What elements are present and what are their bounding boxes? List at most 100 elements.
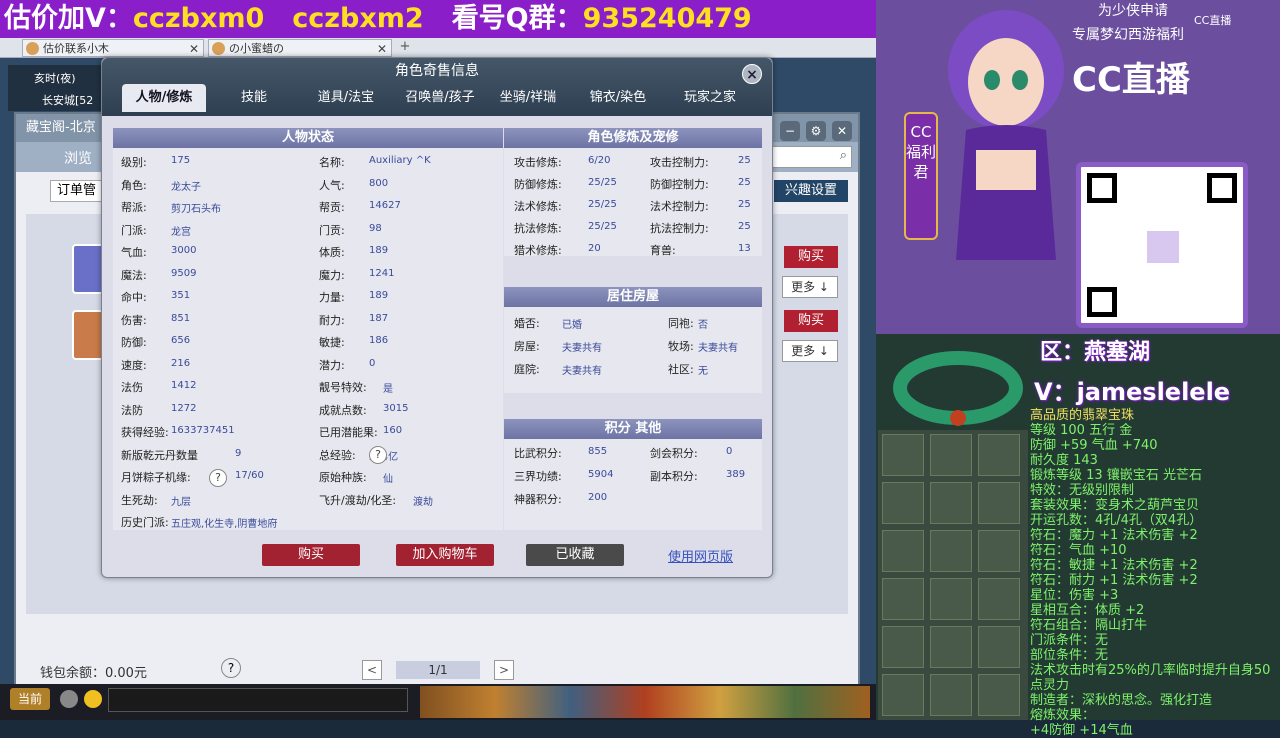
inventory-slot[interactable] xyxy=(978,482,1020,524)
stat-label: 命中: xyxy=(121,291,147,304)
house-value: 否 xyxy=(698,320,708,331)
stat-value: 14627 xyxy=(369,200,401,211)
house-value: 夫妻共有 xyxy=(698,343,738,354)
buy-button[interactable]: 购买 xyxy=(784,310,838,332)
cultivation-label: 抗法修炼: xyxy=(514,222,562,235)
house-label: 牧场: xyxy=(668,340,694,353)
close-button[interactable]: × xyxy=(742,64,762,84)
inventory-slot[interactable] xyxy=(978,530,1020,572)
item-stat-line: 门派条件：无 xyxy=(1030,633,1109,648)
microphone-icon[interactable] xyxy=(60,690,78,708)
tab-home[interactable]: 玩家之家 xyxy=(674,84,746,112)
house-value: 已婚 xyxy=(562,320,582,331)
item-tooltip-panel: 区：燕塞湖 V：jameslelele 高品质的翡翠宝珠 等级 100 五行 金防… xyxy=(876,334,1280,738)
more-button[interactable]: 更多 ↓ xyxy=(782,340,838,362)
cultivation-value: 25/25 xyxy=(588,199,617,210)
inventory-slot[interactable] xyxy=(882,578,924,620)
nav-browse[interactable]: 浏览 xyxy=(64,148,92,168)
buy-button[interactable]: 购买 xyxy=(262,544,360,566)
chat-channel-button[interactable]: 当前 xyxy=(10,688,50,710)
control-value: 13 xyxy=(738,243,751,254)
inventory-slot[interactable] xyxy=(882,434,924,476)
stat-label: 法伤 xyxy=(121,381,143,394)
inventory-slot[interactable] xyxy=(882,530,924,572)
status-panel-title: 人物状态 xyxy=(113,128,503,148)
inventory-slot[interactable] xyxy=(978,434,1020,476)
control-label: 法术控制力: xyxy=(650,200,709,213)
emoji-icon[interactable] xyxy=(84,690,102,708)
inventory-slot[interactable] xyxy=(882,674,924,716)
tab-skills[interactable]: 技能 xyxy=(228,84,280,112)
inventory-slot[interactable] xyxy=(930,626,972,668)
help-icon[interactable]: ? xyxy=(209,469,227,487)
close-icon[interactable]: ✕ xyxy=(377,40,387,58)
tab-outfits[interactable]: 锦衣/染色 xyxy=(582,84,654,112)
item-stat-line: 特效：无级别限制 xyxy=(1030,483,1135,498)
stat-value: 800 xyxy=(369,177,389,189)
buy-button[interactable]: 购买 xyxy=(784,246,838,268)
item-stat-line: 符石：魔力 +1 法术伤害 +2 xyxy=(1030,528,1198,543)
stat-value: 3015 xyxy=(383,402,409,414)
item-stat-line: 星相互合：体质 +2 xyxy=(1030,603,1145,618)
interest-settings-button[interactable]: 兴趣设置 xyxy=(774,180,848,202)
cultivation-value: 25/25 xyxy=(588,221,617,232)
inventory-slot[interactable] xyxy=(978,578,1020,620)
favorited-button[interactable]: 已收藏 xyxy=(526,544,624,566)
stat-value: 9509 xyxy=(171,267,197,279)
house-panel: 居住房屋 婚否: 已婚 同袍: 否房屋: 夫妻共有 牧场: 夫妻共有 庭院: 夫妻共有 社区: 无 xyxy=(504,287,762,393)
minimize-icon[interactable]: − xyxy=(780,121,800,141)
cultivation-label: 攻击修炼: xyxy=(514,156,562,169)
avatar-icon xyxy=(26,42,39,55)
inventory-slot[interactable] xyxy=(882,482,924,524)
stat-value: 9 xyxy=(235,447,242,459)
tab-character[interactable]: 人物/修炼 xyxy=(122,84,206,112)
inventory-slot[interactable] xyxy=(930,578,972,620)
inventory-slot[interactable] xyxy=(882,626,924,668)
stat-label: 级别: xyxy=(121,156,147,169)
stat-value: 九层 xyxy=(171,496,191,508)
inventory-slot[interactable] xyxy=(930,434,972,476)
inventory-slot[interactable] xyxy=(978,674,1020,716)
search-icon[interactable]: ⌕ xyxy=(840,148,847,163)
cultivation-value: 25/25 xyxy=(588,177,617,188)
next-page-button[interactable]: > xyxy=(494,660,514,680)
help-icon[interactable]: ? xyxy=(221,658,241,678)
settings-icon[interactable]: ⚙ xyxy=(806,121,826,141)
stat-label: 门贡: xyxy=(319,223,345,237)
inventory-slot[interactable] xyxy=(930,482,972,524)
browser-tab-1[interactable]: 估价联系小木 ✕ xyxy=(22,39,204,57)
tab-items[interactable]: 道具/法宝 xyxy=(306,84,386,112)
more-button[interactable]: 更多 ↓ xyxy=(782,276,838,298)
stat-value: 龙太子 xyxy=(171,181,201,193)
stat-label: 门派: xyxy=(121,223,147,237)
chat-input[interactable] xyxy=(108,688,408,712)
inventory-slot[interactable] xyxy=(978,626,1020,668)
stat-label: 潜力: xyxy=(319,358,345,372)
tab-mounts[interactable]: 坐骑/祥瑞 xyxy=(492,84,564,112)
prev-page-button[interactable]: < xyxy=(362,660,382,680)
add-to-cart-button[interactable]: 加入购物车 xyxy=(396,544,494,566)
item-stat-line: 熔炼效果： xyxy=(1030,708,1096,723)
skill-shortcut-bar[interactable] xyxy=(420,686,870,718)
close-icon[interactable]: ✕ xyxy=(189,40,199,58)
control-label: 抗法控制力: xyxy=(650,222,709,235)
stat-value: 17/60 xyxy=(235,470,264,481)
inventory-slot[interactable] xyxy=(930,674,972,716)
stat-label: 飞升/渡劫/化圣: xyxy=(319,493,397,507)
stat-label: 气血: xyxy=(121,246,147,259)
stat-value: 351 xyxy=(171,290,191,301)
help-icon[interactable]: ? xyxy=(369,446,387,464)
use-web-version-link[interactable]: 使用网页版 xyxy=(668,546,733,565)
score-label: 比武积分: xyxy=(514,447,562,460)
tab-pets[interactable]: 召唤兽/孩子 xyxy=(392,84,488,112)
new-tab-icon[interactable]: + xyxy=(397,39,413,55)
close-icon[interactable]: ✕ xyxy=(832,121,852,141)
control-value: 25 xyxy=(738,155,751,166)
banner-prefix: 估价加V： xyxy=(4,3,133,34)
item-stat-line: 高品质的翡翠宝珠 xyxy=(1030,408,1135,423)
browser-tab-2[interactable]: の小蜜蜡の ✕ xyxy=(208,39,392,57)
control-label: 育兽: xyxy=(650,244,676,257)
inventory-slot[interactable] xyxy=(930,530,972,572)
item-stats: 高品质的翡翠宝珠 等级 100 五行 金防御 +59 气血 +740 耐久度 143… xyxy=(1030,408,1278,738)
character-info-dialog: 角色奇售信息 × 人物/修炼 技能 道具/法宝 召唤兽/孩子 坐骑/祥瑞 锦衣/… xyxy=(101,57,773,578)
